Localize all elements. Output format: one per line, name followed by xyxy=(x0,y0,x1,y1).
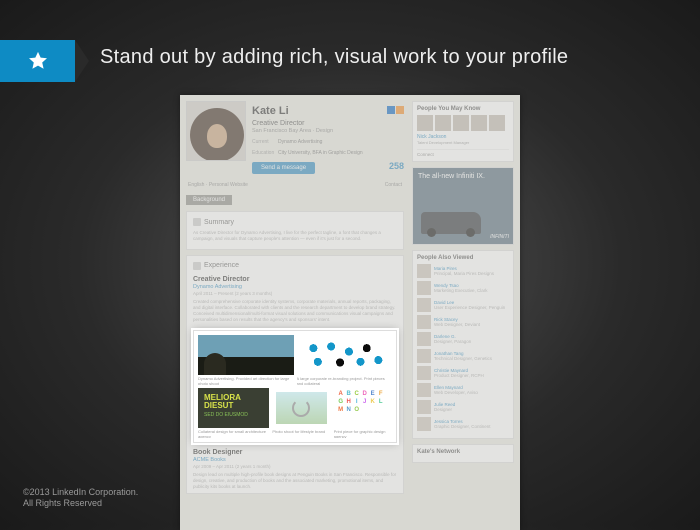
pav-person[interactable]: David LeeUser Experience Designer, Pengu… xyxy=(417,298,509,312)
pymk-face[interactable] xyxy=(435,115,451,131)
pav-person[interactable]: Ellen MaynardWeb Developer, Aviso xyxy=(417,383,509,397)
profile-screenshot: Kate Li Creative Director San Francisco … xyxy=(180,95,520,530)
profile-title: Creative Director xyxy=(252,120,404,127)
profile-location: San Francisco Bay Area · Design xyxy=(252,128,404,134)
gallery-item[interactable]: Dynamo Advertising. Provided art directi… xyxy=(198,335,294,385)
pav-person[interactable]: Christie MaynardProduct Designer, RCPH xyxy=(417,366,509,380)
pav-person[interactable]: Darlene G.Designer, Paragon xyxy=(417,332,509,346)
slide-headline: Stand out by adding rich, visual work to… xyxy=(100,46,568,69)
pav-person[interactable]: Maria PiresPrincipal, Maria Pires Design… xyxy=(417,264,509,278)
experience-section: Experience Creative Director Dynamo Adve… xyxy=(186,255,404,494)
gallery-item[interactable]: A large corporate re-branding project. P… xyxy=(297,335,393,385)
media-gallery: Dynamo Advertising. Provided art directi… xyxy=(193,330,397,443)
pymk-face[interactable] xyxy=(471,115,487,131)
pymk-face[interactable] xyxy=(489,115,505,131)
social-badges[interactable] xyxy=(386,101,404,119)
pav-person[interactable]: Rick StaceyWeb Designer, Deviant xyxy=(417,315,509,329)
copyright: ©2013 LinkedIn Corporation. All Rights R… xyxy=(23,487,138,510)
pav-person[interactable]: Jonathan TangTechnical Designer, Genetic… xyxy=(417,349,509,363)
contact-link[interactable]: Contact xyxy=(385,182,402,188)
sidebar-ad[interactable]: The all-new Infiniti IX. INFINITI xyxy=(412,167,514,245)
network-section: Kate's Network xyxy=(412,444,514,463)
pav-person[interactable]: Wendy TsaoMarketing Executive, Clark xyxy=(417,281,509,295)
gallery-item[interactable]: MELIORADIESUTSED DO EIUSMOD Collateral d… xyxy=(198,388,269,438)
pav-person[interactable]: Julie ReedDesigner xyxy=(417,400,509,414)
gallery-item[interactable]: Photo shoot for lifestyle brand xyxy=(272,388,330,438)
pymk-face[interactable] xyxy=(417,115,433,131)
connections-count[interactable]: 258 xyxy=(389,161,404,171)
people-also-viewed: People Also Viewed Maria PiresPrincipal,… xyxy=(412,250,514,439)
pymk-face[interactable] xyxy=(453,115,469,131)
tab-background[interactable]: Background xyxy=(186,195,232,205)
send-message-button[interactable]: Send a message xyxy=(252,162,315,174)
gallery-item[interactable]: ABCDEFGHIJKLMNO Print piece for graphic … xyxy=(334,388,392,438)
summary-icon xyxy=(193,218,201,226)
pav-person[interactable]: Jessica TorresGraphic Designer, Continen… xyxy=(417,417,509,431)
profile-links[interactable]: English · Personal Website xyxy=(188,182,248,188)
star-ribbon xyxy=(0,40,75,82)
experience-icon xyxy=(193,262,201,270)
star-icon xyxy=(27,50,49,72)
summary-section: Summary As Creative Director for Dynamo … xyxy=(186,211,404,250)
profile-name: Kate Li xyxy=(252,105,289,117)
avatar[interactable] xyxy=(186,101,246,161)
people-you-may-know: People You May Know Nick Jackson Talent … xyxy=(412,101,514,162)
